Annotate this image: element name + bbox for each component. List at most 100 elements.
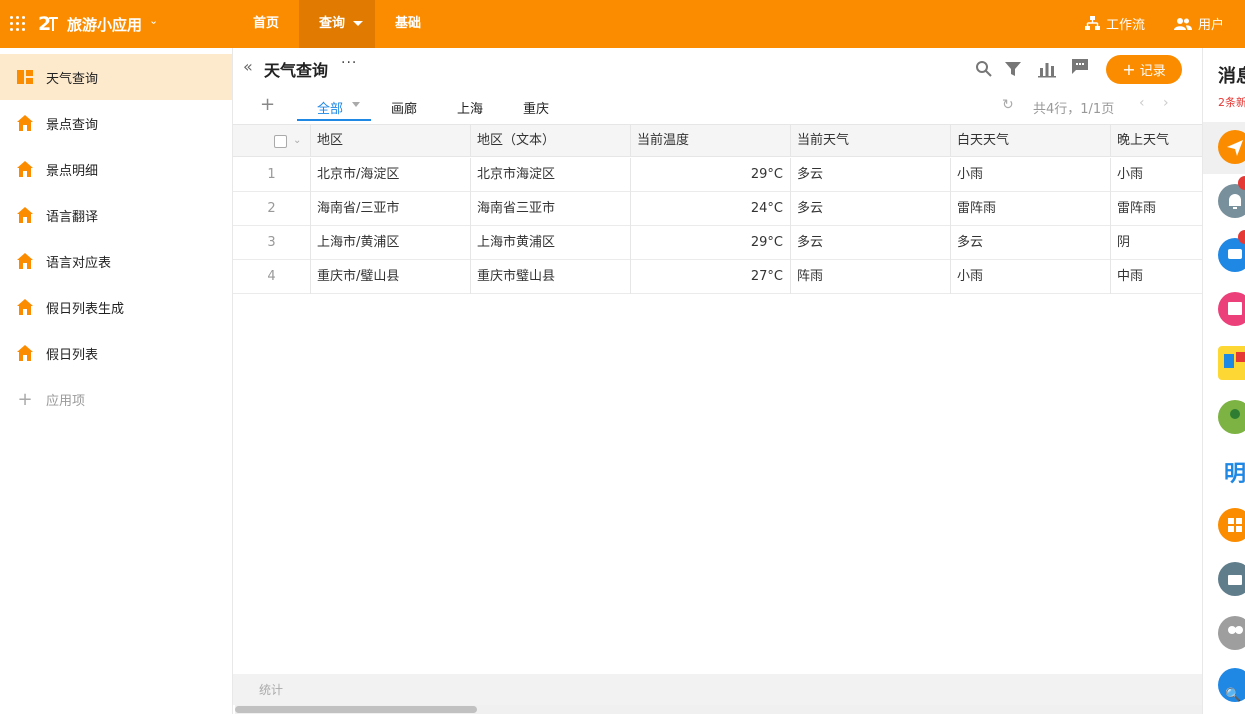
stats-label[interactable]: 统计	[259, 681, 283, 698]
select-all-cell[interactable]: ⌄	[233, 125, 311, 157]
table-cell[interactable]: 27°C	[631, 260, 791, 294]
calendar-icon[interactable]	[1218, 292, 1245, 326]
tab-gallery[interactable]: 画廊	[391, 98, 417, 117]
nav-query-label: 查询	[319, 16, 346, 31]
caret-down-icon[interactable]	[352, 102, 360, 107]
chevron-down-icon[interactable]: ⌄	[293, 125, 301, 157]
tab-chongqing[interactable]: 重庆	[523, 98, 549, 117]
workflow-button[interactable]: 工作流	[1085, 14, 1145, 33]
table-cell[interactable]: 多云	[791, 158, 951, 192]
briefcase-icon[interactable]	[1218, 562, 1245, 596]
sidebar-item-translation[interactable]: 语言翻译	[0, 192, 232, 238]
group-icon[interactable]	[1218, 616, 1245, 650]
chevron-down-icon[interactable]: ⌄	[149, 14, 158, 27]
table-cell[interactable]: 多云	[791, 226, 951, 260]
search-icon[interactable]: 🔍	[1225, 688, 1241, 703]
refresh-icon[interactable]: ↻	[1002, 97, 1014, 113]
table-cell[interactable]: 上海市/黄浦区	[311, 226, 471, 260]
nav-basic[interactable]: 基础	[395, 0, 421, 48]
add-record-button[interactable]: + 记录	[1106, 55, 1182, 84]
add-view-icon[interactable]: +	[260, 94, 275, 115]
table-row[interactable]: 1 北京市/海淀区 北京市海淀区 29°C 多云 小雨 小雨	[233, 158, 1202, 192]
text-avatar-icon[interactable]: 明	[1224, 456, 1245, 488]
add-app-item-button[interactable]: + 应用项	[0, 376, 232, 422]
table-row[interactable]: 3 上海市/黄浦区 上海市黄浦区 29°C 多云 多云 阴	[233, 226, 1202, 260]
nav-query[interactable]: 查询	[299, 0, 375, 48]
table-cell[interactable]: 多云	[951, 226, 1111, 260]
table-cell[interactable]: 雷阵雨	[1111, 192, 1202, 226]
column-header[interactable]: 白天天气	[951, 125, 1111, 157]
more-icon[interactable]: ···	[341, 55, 357, 71]
users-icon	[1174, 17, 1192, 30]
table-cell[interactable]: 重庆市璧山县	[471, 260, 631, 294]
sidebar-item-holiday-list[interactable]: 假日列表	[0, 330, 232, 376]
column-header[interactable]: 地区（文本）	[471, 125, 631, 157]
table-cell[interactable]: 上海市黄浦区	[471, 226, 631, 260]
users-button[interactable]: 用户	[1174, 14, 1224, 33]
table-cell[interactable]: 雷阵雨	[951, 192, 1111, 226]
select-all-checkbox[interactable]	[274, 135, 287, 148]
sidebar: 天气查询 景点查询 景点明细 语言翻译 语言对应表 假日列表生成 假日列表 + …	[0, 48, 233, 714]
avatar-icon[interactable]	[1218, 400, 1245, 434]
users-label: 用户	[1198, 18, 1225, 33]
column-header[interactable]: 当前天气	[791, 125, 951, 157]
table-cell[interactable]: 24°C	[631, 192, 791, 226]
sidebar-item-label: 假日列表生成	[46, 301, 125, 317]
sidebar-item-label: 语言翻译	[46, 209, 99, 225]
sidebar-item-holiday-generate[interactable]: 假日列表生成	[0, 284, 232, 330]
sidebar-item-label: 天气查询	[46, 71, 99, 87]
table-cell[interactable]: 重庆市/璧山县	[311, 260, 471, 294]
home-icon	[17, 253, 33, 269]
home-icon	[17, 299, 33, 315]
table-cell[interactable]: 29°C	[631, 158, 791, 192]
table-cell[interactable]: 小雨	[951, 158, 1111, 192]
table-row[interactable]: 2 海南省/三亚市 海南省三亚市 24°C 多云 雷阵雨 雷阵雨	[233, 192, 1202, 226]
table-cell[interactable]: 小雨	[951, 260, 1111, 294]
sidebar-item-weather[interactable]: 天气查询	[0, 54, 232, 100]
filter-icon[interactable]	[1004, 60, 1022, 78]
table-cell[interactable]: 阵雨	[791, 260, 951, 294]
table-cell[interactable]: 多云	[791, 192, 951, 226]
colorful-app-icon[interactable]	[1218, 346, 1245, 380]
column-header[interactable]: 地区	[311, 125, 471, 157]
horizontal-scrollbar[interactable]	[235, 705, 1202, 714]
sidebar-item-language-table[interactable]: 语言对应表	[0, 238, 232, 284]
prev-page-icon[interactable]: ‹	[1139, 95, 1145, 111]
table-row[interactable]: 4 重庆市/璧山县 重庆市璧山县 27°C 阵雨 小雨 中雨	[233, 260, 1202, 294]
sidebar-item-label: 景点查询	[46, 117, 99, 133]
sidebar-item-scenic-detail[interactable]: 景点明细	[0, 146, 232, 192]
table-cell[interactable]: 小雨	[1111, 158, 1202, 192]
notification-badge	[1238, 176, 1245, 190]
scrollbar-thumb[interactable]	[235, 706, 477, 713]
table-cell[interactable]: 中雨	[1111, 260, 1202, 294]
table-cell[interactable]: 29°C	[631, 226, 791, 260]
next-page-icon[interactable]: ›	[1163, 95, 1169, 111]
table-cell[interactable]: 海南省三亚市	[471, 192, 631, 226]
send-icon[interactable]	[1218, 130, 1245, 164]
app-grid-icon[interactable]	[10, 16, 25, 31]
home-icon	[17, 115, 33, 131]
sidebar-item-label: 景点明细	[46, 163, 99, 179]
column-header[interactable]: 当前温度	[631, 125, 791, 157]
sidebar-item-label: 假日列表	[46, 347, 99, 363]
collapse-sidebar-icon[interactable]: «	[243, 57, 253, 76]
table-cell[interactable]: 阴	[1111, 226, 1202, 260]
row-number: 1	[233, 158, 311, 192]
home-icon	[17, 207, 33, 223]
plus-icon: +	[1122, 60, 1136, 79]
nav-home[interactable]: 首页	[253, 0, 279, 48]
search-icon[interactable]	[975, 60, 993, 78]
comment-icon[interactable]	[1071, 58, 1089, 76]
new-message-count: 2条新	[1218, 96, 1245, 109]
row-number: 4	[233, 260, 311, 294]
tab-shanghai[interactable]: 上海	[457, 98, 483, 117]
column-header[interactable]: 晚上天气	[1111, 125, 1202, 157]
bar-chart-icon[interactable]	[1038, 60, 1056, 78]
tab-all[interactable]: 全部	[317, 98, 343, 117]
table-cell[interactable]: 北京市/海淀区	[311, 158, 471, 192]
grid-app-icon[interactable]	[1218, 508, 1245, 542]
table-cell[interactable]: 北京市海淀区	[471, 158, 631, 192]
sidebar-item-scenic-query[interactable]: 景点查询	[0, 100, 232, 146]
table-cell[interactable]: 海南省/三亚市	[311, 192, 471, 226]
app-name[interactable]: 旅游小应用	[67, 14, 142, 35]
